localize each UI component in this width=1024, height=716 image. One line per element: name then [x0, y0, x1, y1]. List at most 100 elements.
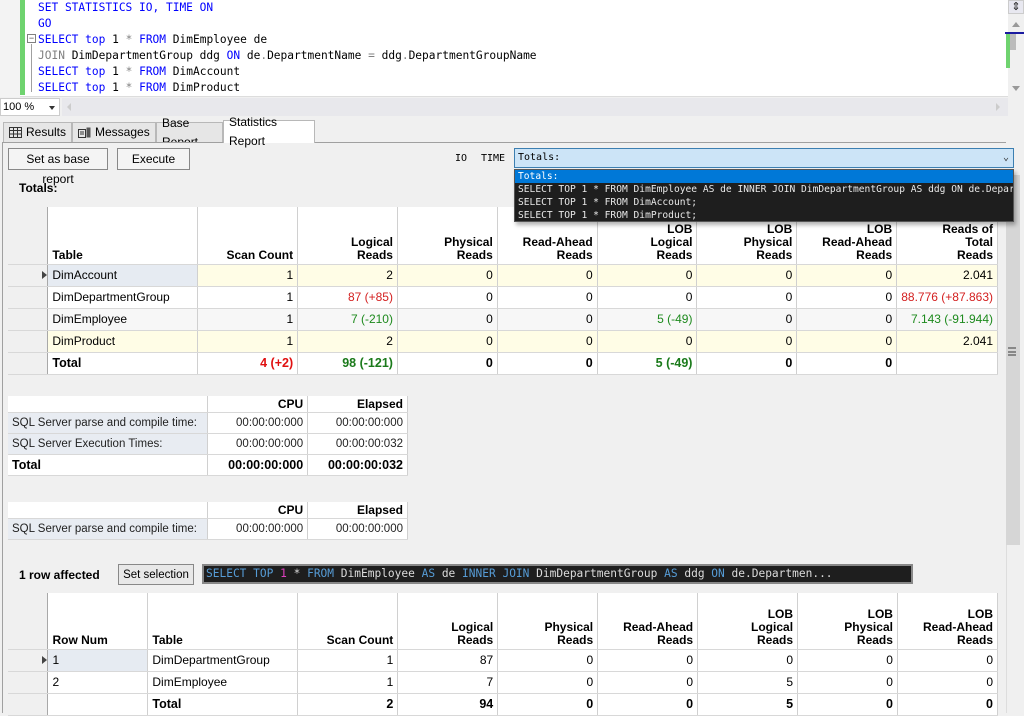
data-cell[interactable]: 0 [696, 286, 798, 309]
data-cell[interactable]: 5 (-49) [597, 308, 698, 331]
cpu-cell[interactable]: 00:00:00:000 [207, 433, 309, 455]
data-cell[interactable]: 0 [797, 671, 898, 694]
column-header[interactable]: Read-Ahead Reads [597, 593, 699, 650]
collapse-icon[interactable]: − [27, 34, 36, 43]
data-cell[interactable]: 0 [696, 308, 798, 331]
row-selector[interactable] [8, 308, 49, 331]
table-row[interactable]: 2 DimEmployee 1 7 0 0 5 0 0 [8, 671, 999, 694]
io-toggle[interactable]: IO [455, 153, 467, 164]
data-cell[interactable]: 1 [297, 671, 399, 694]
scroll-up-icon[interactable] [1012, 22, 1020, 27]
data-cell[interactable]: 0 [797, 649, 898, 672]
data-cell[interactable]: 0 [397, 330, 498, 353]
data-cell[interactable]: 0 [497, 330, 598, 353]
query-editor[interactable]: − SET STATISTICS IO, TIME ON GO SELECT top… [0, 0, 1008, 97]
elapsed-cell[interactable]: 00:00:00:000 [307, 518, 408, 540]
scroll-right-icon[interactable] [996, 103, 1000, 111]
data-cell[interactable]: 0 [897, 649, 999, 672]
row-selector[interactable] [8, 352, 49, 375]
data-cell[interactable]: 0 [497, 308, 598, 331]
data-cell[interactable]: 2 [297, 264, 398, 287]
data-cell[interactable]: 0 [397, 264, 498, 287]
data-cell[interactable]: 87 [397, 649, 499, 672]
data-cell[interactable]: 1 [197, 286, 299, 309]
code-line[interactable]: SET STATISTICS IO, TIME ON [38, 0, 537, 16]
report-select[interactable]: Totals: ⌄ [514, 148, 1014, 168]
column-header[interactable]: LOB Logical Reads [697, 593, 799, 650]
table-row[interactable]: DimDepartmentGroup 1 87 (+85) 0 0 0 0 0 88.776 (… [8, 286, 998, 309]
data-cell[interactable]: 0 [497, 286, 598, 309]
table-row[interactable]: DimAccount 1 2 0 0 0 0 0 2.041 [8, 264, 998, 287]
column-header[interactable]: Table [47, 207, 199, 265]
code-line[interactable]: SELECT top 1 * FROM DimEmployee de [38, 32, 537, 48]
set-selection-button[interactable]: Set selection [118, 564, 194, 585]
data-cell[interactable]: 0 [497, 671, 599, 694]
data-cell[interactable]: 2.041 [896, 264, 998, 287]
tab-statistics-report[interactable]: Statistics Report [223, 115, 315, 148]
data-cell[interactable]: 0 [697, 649, 799, 672]
report-option[interactable]: Totals: [515, 170, 1013, 183]
data-cell[interactable]: 0 [497, 649, 599, 672]
data-cell[interactable]: 0 [397, 286, 498, 309]
data-cell[interactable]: 7.143 (-91.944) [896, 308, 998, 331]
table-name-cell[interactable]: DimDepartmentGroup [47, 286, 199, 309]
column-header[interactable]: Row Num [47, 593, 149, 650]
data-cell[interactable]: 7 [397, 671, 499, 694]
table-row[interactable]: DimEmployee 1 7 (-210) 0 0 5 (-49) 0 0 7.143 (-9… [8, 308, 998, 331]
data-cell[interactable]: 1 [197, 264, 299, 287]
data-cell[interactable]: 0 [597, 671, 699, 694]
time-toggle[interactable]: TIME [481, 153, 505, 164]
column-header[interactable]: Logical Reads [297, 207, 398, 265]
row-selector[interactable] [8, 671, 49, 694]
split-editor-icon[interactable]: ⇕ [1008, 0, 1024, 14]
column-header[interactable]: Scan Count [197, 207, 299, 265]
data-cell[interactable]: 0 [796, 264, 898, 287]
table-name-cell[interactable]: DimEmployee [47, 308, 199, 331]
data-cell[interactable]: 7 (-210) [297, 308, 398, 331]
set-as-base-report-button[interactable]: Set as base report [8, 148, 108, 186]
row-selector[interactable] [8, 330, 49, 353]
data-cell[interactable]: 0 [796, 308, 898, 331]
row-num-cell[interactable]: 1 [47, 649, 149, 672]
column-header[interactable]: Table [147, 593, 299, 650]
column-header[interactable]: Scan Count [297, 593, 399, 650]
table-row[interactable]: DimProduct 1 2 0 0 0 0 0 2.041 [8, 330, 998, 353]
tab-results[interactable]: Results [3, 122, 72, 142]
row-selector[interactable] [8, 264, 49, 287]
scroll-left-icon[interactable] [67, 103, 71, 111]
scroll-down-icon[interactable] [1012, 86, 1020, 91]
data-cell[interactable]: 0 [597, 286, 698, 309]
data-cell[interactable]: 1 [197, 308, 299, 331]
report-scroll-thumb[interactable] [1006, 175, 1020, 545]
row-selector[interactable] [8, 649, 49, 672]
data-cell[interactable]: 0 [897, 671, 999, 694]
code-line[interactable]: SELECT top 1 * FROM DimAccount [38, 64, 537, 80]
table-name-cell[interactable]: DimDepartmentGroup [147, 649, 299, 672]
code-line[interactable]: SELECT top 1 * FROM DimProduct [38, 80, 537, 96]
data-cell[interactable]: 0 [397, 308, 498, 331]
elapsed-cell[interactable]: 00:00:00:000 [307, 412, 408, 434]
table-name-cell[interactable]: DimProduct [47, 330, 199, 353]
data-cell[interactable]: 2.041 [896, 330, 998, 353]
tab-messages[interactable]: Messages [72, 122, 156, 142]
data-cell[interactable]: 0 [696, 264, 798, 287]
time-row[interactable]: SQL Server parse and compile time: 00:00:… [8, 518, 408, 540]
cpu-cell[interactable]: 00:00:00:000 [207, 518, 309, 540]
data-cell[interactable]: 0 [796, 330, 898, 353]
column-header[interactable]: LOB Physical Reads [797, 593, 898, 650]
data-cell[interactable]: 0 [696, 330, 798, 353]
report-option[interactable]: SELECT TOP 1 * FROM DimEmployee AS de IN… [515, 183, 1013, 196]
data-cell[interactable]: 1 [197, 330, 299, 353]
zoom-select[interactable]: 100 % [0, 98, 60, 116]
column-header[interactable]: Logical Reads [397, 593, 499, 650]
report-option[interactable]: SELECT TOP 1 * FROM DimProduct; [515, 209, 1013, 221]
column-header[interactable]: LOB Read-Ahead Reads [897, 593, 999, 650]
data-cell[interactable]: 0 [497, 264, 598, 287]
cpu-cell[interactable]: 00:00:00:000 [207, 412, 309, 434]
row-selector[interactable] [8, 286, 49, 309]
data-cell[interactable]: 0 [597, 264, 698, 287]
table-row[interactable]: 1 DimDepartmentGroup 1 87 0 0 0 0 0 [8, 649, 999, 672]
table-name-cell[interactable]: DimEmployee [147, 671, 299, 694]
tab-base-report[interactable]: Base Report [156, 116, 223, 149]
time-row[interactable]: SQL Server parse and compile time: 00:00:… [8, 412, 408, 434]
